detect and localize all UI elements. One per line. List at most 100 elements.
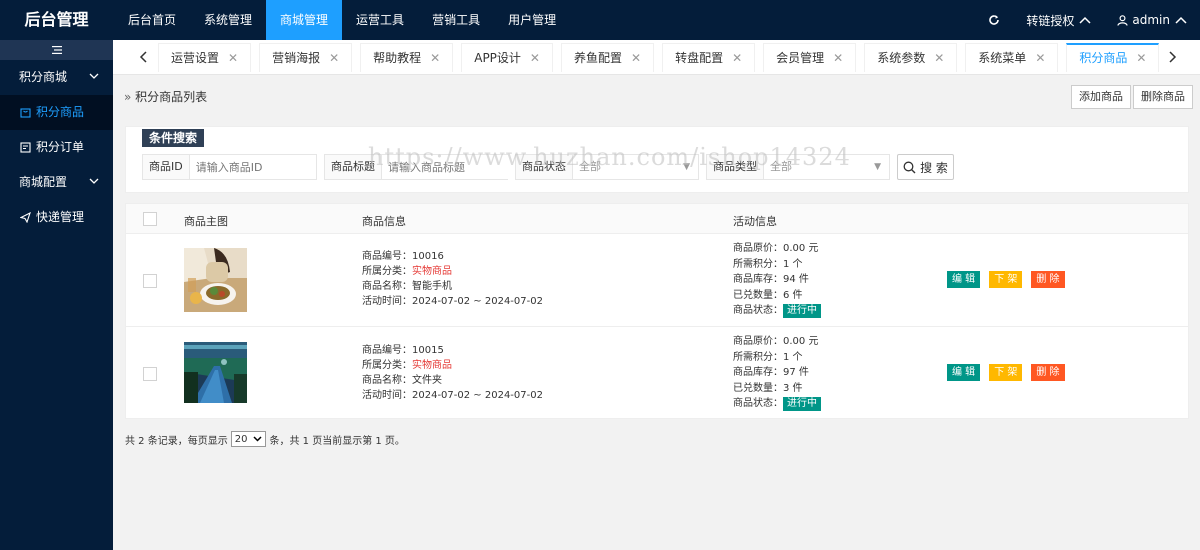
chevron-up-icon (1079, 16, 1091, 24)
topnav-marketing[interactable]: 营销工具 (418, 0, 494, 40)
row-checkbox[interactable] (143, 274, 157, 288)
auth-menu[interactable]: 转链授权 (1013, 0, 1104, 40)
topnav-mall[interactable]: 商城管理 (266, 0, 343, 40)
status-badge: 进行中 (783, 397, 821, 412)
page-title: 积分商品列表 (135, 90, 208, 104)
chevron-down-icon (89, 165, 99, 200)
goods-title-field: 商品标题 (324, 154, 512, 180)
goods-status-select[interactable]: 全部 ▼ (573, 155, 698, 179)
original-price: 商品原价：0.00 元 (733, 336, 819, 347)
sidebar-item-label: 积分商品 (36, 105, 85, 119)
user-name: admin (1132, 13, 1170, 27)
topnav-operation[interactable]: 运营工具 (342, 0, 418, 40)
sidebar-toggle[interactable] (0, 40, 113, 60)
goods-type-label: 商品类型 (707, 155, 764, 179)
table-row: 商品编号：10015 所属分类：实物商品 商品名称：文件夹 活动时间：2024-… (126, 327, 1188, 420)
field-label: 所属分类： (362, 266, 412, 277)
goods-type-select[interactable]: 全部 ▼ (764, 155, 889, 179)
tab-label: 转盘配置 (675, 50, 724, 65)
refresh-button[interactable] (975, 0, 1013, 40)
delete-goods-button[interactable]: 删除商品 (1133, 85, 1193, 109)
tab-system-menu[interactable]: 系统菜单 ✕ (965, 43, 1059, 73)
tab-points-goods[interactable]: 积分商品 ✕ (1066, 43, 1160, 73)
pager-text-pre: 共 2 条记录，每页显示 (125, 435, 228, 447)
tab-operation-settings[interactable]: 运营设置 ✕ (158, 43, 252, 73)
tab-label: 会员管理 (776, 50, 825, 65)
field-label: 商品编号： (362, 345, 412, 356)
user-icon (1117, 14, 1128, 26)
select-all-checkbox[interactable] (143, 212, 157, 226)
goods-number: 10016 (412, 251, 444, 262)
tab-fish-config[interactable]: 养鱼配置 ✕ (560, 43, 655, 73)
close-icon[interactable]: ✕ (228, 44, 238, 73)
search-panel: 条件搜索 商品ID 商品标题 商品状态 全部 ▼ 商品类型 全部 ▼ 搜 索 (125, 126, 1189, 193)
chevron-up-icon (1175, 16, 1187, 24)
tab-member[interactable]: 会员管理 ✕ (763, 43, 857, 73)
tab-wheel-config[interactable]: 转盘配置 ✕ (662, 43, 756, 73)
menu-toggle-icon (51, 46, 62, 54)
status-badge: 进行中 (783, 304, 821, 319)
header-cell: 商品主图 (184, 215, 228, 228)
goods-id-input[interactable] (189, 155, 315, 179)
topnav-home[interactable]: 后台首页 (114, 0, 190, 40)
sidebar-group-mall-config[interactable]: 商城配置 (0, 165, 113, 200)
tab-label: 帮助教程 (373, 50, 422, 65)
row-actions: 编 辑 下 架 删 除 (947, 364, 1074, 381)
delete-button[interactable]: 删 除 (1031, 364, 1065, 381)
auth-label: 转链授权 (1026, 13, 1075, 28)
row-checkbox[interactable] (143, 367, 157, 381)
close-icon[interactable]: ✕ (1136, 44, 1146, 73)
search-button[interactable]: 搜 索 (897, 154, 954, 180)
header-cell: 商品信息 (362, 215, 406, 228)
tab-system-params[interactable]: 系统参数 ✕ (864, 43, 958, 73)
sidebar-item-points-orders[interactable]: 积分订单 (0, 130, 113, 165)
sidebar-item-points-goods[interactable]: 积分商品 (0, 95, 113, 130)
tab-marketing-poster[interactable]: 营销海报 ✕ (259, 43, 353, 73)
activity-info: 商品原价：0.00 元 所需积分：1 个 商品库存：94 件 已兑数量：6 件 … (733, 241, 821, 319)
top-bar: 后台管理 后台首页 系统管理 商城管理 运营工具 营销工具 用户管理 转链授权 … (0, 0, 1200, 40)
close-icon[interactable]: ✕ (329, 44, 339, 73)
refresh-icon (989, 15, 1000, 25)
field-label: 商品状态： (733, 305, 783, 317)
edit-button[interactable]: 编 辑 (947, 364, 981, 381)
goods-number: 10015 (412, 345, 444, 356)
goods-status-value: 全部 (579, 160, 601, 173)
edit-button[interactable]: 编 辑 (947, 271, 981, 288)
close-icon[interactable]: ✕ (833, 44, 843, 73)
tab-list: 运营设置 ✕ 营销海报 ✕ 帮助教程 ✕ APP设计 ✕ 养鱼配置 ✕ 转盘配置 ✕ 会员管… (158, 43, 1167, 72)
page-size-select[interactable]: 20 (230, 431, 267, 447)
page-size-value: 20 (234, 433, 248, 445)
topnav-system[interactable]: 系统管理 (190, 0, 266, 40)
delist-button[interactable]: 下 架 (989, 271, 1023, 288)
field-label: 商品名称： (362, 375, 412, 386)
sidebar-group-points-mall[interactable]: 积分商城 (0, 60, 113, 95)
close-icon[interactable]: ✕ (530, 44, 540, 73)
add-goods-button[interactable]: 添加商品 (1071, 85, 1131, 109)
top-nav: 后台首页 系统管理 商城管理 运营工具 营销工具 用户管理 (114, 0, 570, 40)
goods-title-input[interactable] (382, 155, 512, 179)
table-row: 商品编号：10016 所属分类：实物商品 商品名称：智能手机 活动时间：2024… (126, 234, 1188, 327)
goods-name: 智能手机 (412, 281, 452, 292)
close-icon[interactable]: ✕ (732, 44, 742, 73)
goods-type-value: 全部 (770, 160, 792, 173)
sidebar-item-express[interactable]: 快递管理 (0, 200, 113, 235)
close-icon[interactable]: ✕ (631, 44, 641, 73)
tab-label: 积分商品 (1079, 51, 1128, 65)
caret-down-icon: ▼ (683, 162, 690, 172)
close-icon[interactable]: ✕ (934, 44, 944, 73)
tab-app-design[interactable]: APP设计 ✕ (461, 43, 553, 72)
close-icon[interactable]: ✕ (430, 44, 440, 73)
goods-info: 商品编号：10016 所属分类：实物商品 商品名称：智能手机 活动时间：2024… (362, 249, 543, 309)
order-icon (20, 142, 31, 153)
close-icon[interactable]: ✕ (1035, 44, 1045, 73)
delete-button[interactable]: 删 除 (1031, 271, 1065, 288)
pagination: 共 2 条记录，每页显示 20 条，共 1 页当前显示第 1 页。 (125, 431, 405, 447)
topnav-users[interactable]: 用户管理 (494, 0, 570, 40)
tab-help[interactable]: 帮助教程 ✕ (360, 43, 454, 73)
delist-button[interactable]: 下 架 (989, 364, 1023, 381)
tab-scroll-left[interactable] (130, 40, 155, 75)
field-label: 商品名称： (362, 281, 412, 292)
user-menu[interactable]: admin (1104, 0, 1200, 40)
activity-time: 2024-07-02 ~ 2024-07-02 (412, 296, 543, 307)
tab-scroll-right[interactable] (1160, 40, 1185, 75)
